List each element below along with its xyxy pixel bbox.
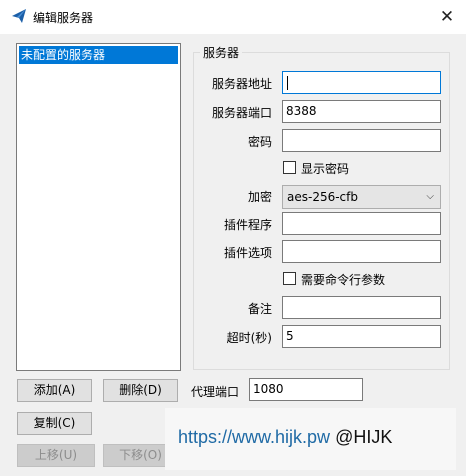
close-button[interactable]: ✕ [430, 2, 464, 32]
proxy-port-input[interactable]: 1080 [249, 378, 363, 401]
password-label: 密码 [247, 135, 272, 149]
server-list[interactable]: 未配置的服务器 [16, 43, 181, 371]
plugin-program-input[interactable] [282, 212, 441, 235]
plugin-args-checkbox[interactable] [283, 272, 296, 285]
watermark-url: https://www.hijk.pw [178, 427, 331, 447]
plugin-args-label[interactable]: 需要命令行参数 [301, 271, 385, 288]
proxy-port-label: 代理端口 [191, 385, 240, 399]
text-caret [287, 76, 288, 90]
window-title: 编辑服务器 [33, 11, 94, 25]
encryption-select[interactable]: aes-256-cfb ⌵ [282, 185, 441, 209]
server-address-input[interactable] [282, 71, 441, 94]
password-input[interactable] [282, 129, 441, 152]
plugin-options-input[interactable] [282, 240, 441, 263]
show-password-checkbox[interactable] [283, 161, 296, 174]
server-port-input[interactable]: 8388 [282, 100, 441, 123]
plugin-options-label: 插件选项 [223, 246, 272, 260]
close-icon: ✕ [439, 7, 455, 27]
plugin-program-label: 插件程序 [223, 218, 272, 232]
list-item[interactable]: 未配置的服务器 [19, 46, 178, 64]
add-button[interactable]: 添加(A) [17, 379, 92, 402]
copy-button[interactable]: 复制(C) [17, 412, 92, 435]
chevron-down-icon: ⌵ [426, 191, 434, 202]
paper-plane-icon [12, 9, 26, 23]
show-password-label[interactable]: 显示密码 [301, 160, 349, 177]
timeout-label: 超时(秒) [226, 331, 272, 345]
encryption-label: 加密 [247, 190, 272, 204]
watermark-handle: @HIJK [335, 427, 393, 447]
remarks-input[interactable] [282, 296, 441, 319]
server-port-label: 服务器端口 [211, 106, 272, 120]
remarks-label: 备注 [247, 302, 272, 316]
move-up-button[interactable]: 上移(U) [17, 444, 95, 467]
delete-button[interactable]: 删除(D) [103, 379, 178, 402]
title-bar: 编辑服务器 ✕ [0, 0, 466, 34]
server-group-title: 服务器 [200, 44, 243, 61]
timeout-input[interactable]: 5 [282, 325, 441, 348]
encryption-value: aes-256-cfb [287, 190, 358, 204]
server-address-label: 服务器地址 [211, 77, 272, 91]
watermark-overlay: https://www.hijk.pw @HIJK [165, 408, 456, 470]
watermark-text: https://www.hijk.pw @HIJK [178, 427, 392, 448]
